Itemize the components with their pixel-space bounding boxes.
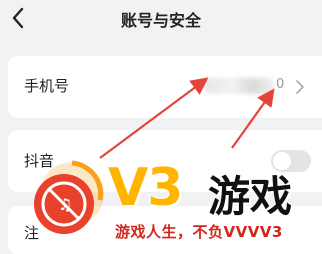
v3-logo-icon: ♫ bbox=[34, 160, 104, 234]
watermark-slogan: 游戏人生，不负VVVV3 bbox=[115, 223, 283, 241]
svg-text:♫: ♫ bbox=[58, 195, 72, 214]
watermark-brand: V3 bbox=[108, 158, 183, 218]
watermark-brand-suffix: 游戏 bbox=[208, 172, 293, 221]
annotation-arrow bbox=[99, 77, 209, 159]
annotation-arrow bbox=[231, 88, 275, 149]
